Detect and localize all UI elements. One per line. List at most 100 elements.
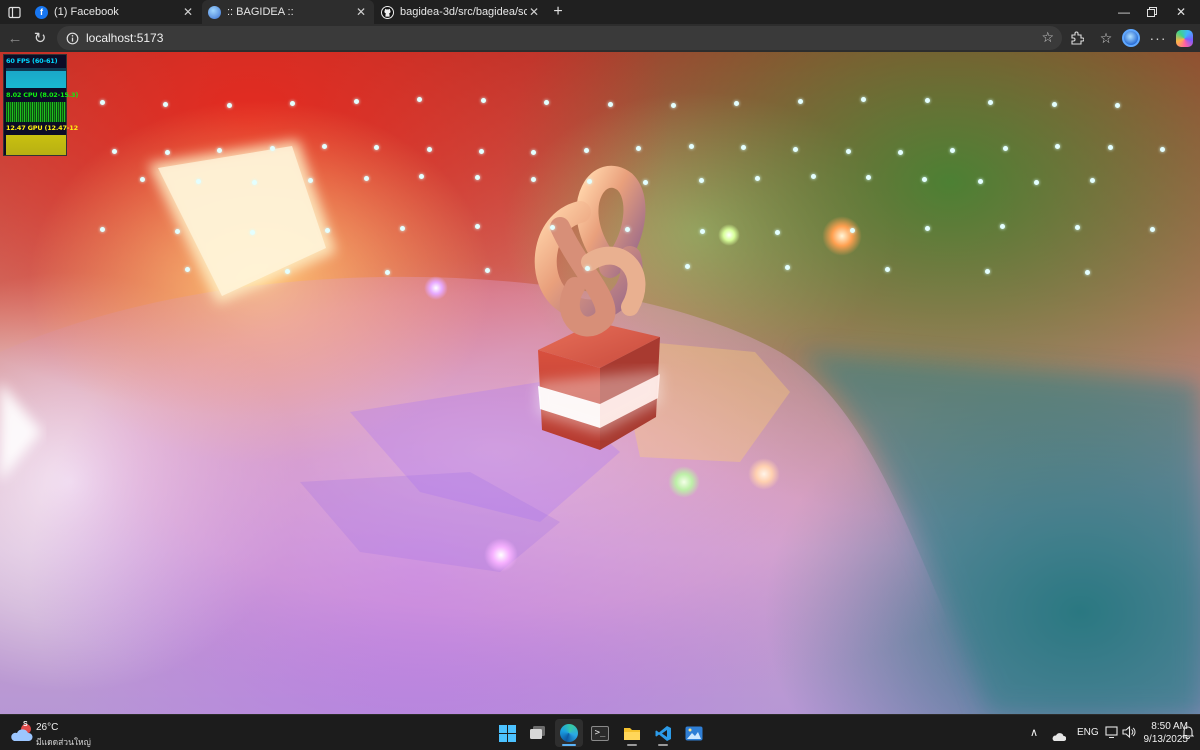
tab-title: bagidea-3d/src/bagidea/scenes/	[400, 6, 527, 18]
dot-light	[1055, 144, 1060, 149]
dot-light	[163, 102, 168, 107]
running-indicator	[658, 744, 668, 746]
dot-light	[608, 102, 613, 107]
settings-menu-button[interactable]: ···	[1148, 28, 1168, 48]
dot-light	[419, 174, 424, 179]
task-view-icon	[530, 726, 545, 739]
show-hidden-icons-button[interactable]: ∧	[1030, 726, 1038, 739]
dot-light	[308, 178, 313, 183]
dot-light	[1108, 145, 1113, 150]
tab-github[interactable]: bagidea-3d/src/bagidea/scenes/ ✕	[375, 0, 547, 24]
copilot-button[interactable]	[1174, 28, 1194, 48]
dot-light	[112, 149, 117, 154]
terminal-icon: >_	[591, 725, 609, 741]
dot-light	[585, 266, 590, 271]
back-button[interactable]: ←	[5, 28, 25, 48]
close-tab-icon[interactable]: ✕	[181, 5, 195, 19]
dot-light	[185, 267, 190, 272]
file-explorer-taskbar-button[interactable]	[618, 719, 646, 747]
tab-actions-button[interactable]	[5, 3, 23, 21]
back-arrow-icon: ←	[7, 29, 23, 47]
close-window-button[interactable]: ✕	[1162, 0, 1200, 24]
vscode-icon	[655, 725, 671, 741]
cpu-graph	[6, 102, 66, 122]
dot-light	[671, 103, 676, 108]
scene-geometry	[0, 140, 1200, 714]
dot-light	[322, 144, 327, 149]
volume-icon[interactable]	[1122, 725, 1136, 744]
language-indicator[interactable]: ENG	[1077, 727, 1099, 738]
dot-light	[643, 180, 648, 185]
site-info-icon[interactable]	[61, 32, 83, 45]
dot-light	[988, 100, 993, 105]
dot-light	[734, 101, 739, 106]
dot-light	[775, 230, 780, 235]
light-peach	[748, 458, 780, 490]
dot-light	[922, 177, 927, 182]
vscode-taskbar-button[interactable]	[649, 719, 677, 747]
dot-light	[175, 229, 180, 234]
photos-icon	[685, 726, 703, 740]
dot-light	[1090, 178, 1095, 183]
webgl-canvas[interactable]: 60 FPS (60-61) 8.02 CPU (8.02-15.3) 12.4…	[0, 52, 1200, 714]
dot-light	[485, 268, 490, 273]
light-pink	[484, 538, 518, 572]
weather-widget[interactable]: S 26°C มีแดดส่วนใหญ่	[10, 719, 130, 747]
close-tab-icon[interactable]: ✕	[354, 5, 368, 19]
favorite-star-icon[interactable]: ☆	[1041, 29, 1054, 46]
dot-light	[793, 147, 798, 152]
favorites-button[interactable]: ☆	[1096, 28, 1116, 48]
close-tab-icon[interactable]: ✕	[527, 5, 541, 19]
dot-light	[587, 179, 592, 184]
copilot-icon	[1175, 29, 1193, 47]
onedrive-icon[interactable]	[1052, 728, 1067, 746]
tab-title: (1) Facebook	[54, 6, 119, 18]
task-view-button[interactable]	[524, 719, 552, 747]
dot-light	[1003, 146, 1008, 151]
gpu-label: 12.47 GPU (12.47-12	[6, 124, 78, 132]
dot-light	[811, 174, 816, 179]
extensions-button[interactable]	[1067, 28, 1087, 48]
dot-light	[699, 178, 704, 183]
dot-light	[290, 101, 295, 106]
dot-light	[252, 180, 257, 185]
dot-light	[700, 229, 705, 234]
tab-strip: f (1) Facebook ✕ :: BAGIDEA :: ✕ bagidea…	[0, 0, 1200, 24]
browser-toolbar: ← ↻ localhost:5173 ☆ ☆ ···	[0, 24, 1200, 52]
dot-light	[196, 179, 201, 184]
network-icon[interactable]	[1105, 725, 1119, 744]
tab-facebook[interactable]: f (1) Facebook ✕	[29, 0, 201, 24]
terminal-taskbar-button[interactable]: >_	[586, 719, 614, 747]
dot-light	[925, 226, 930, 231]
dot-light	[950, 148, 955, 153]
new-tab-button[interactable]: +	[549, 3, 567, 21]
start-button[interactable]	[493, 719, 521, 747]
dot-light	[1150, 227, 1155, 232]
tab-bagidea[interactable]: :: BAGIDEA :: ✕	[202, 0, 374, 24]
address-bar[interactable]: localhost:5173 ☆	[57, 26, 1062, 50]
dot-light	[550, 225, 555, 230]
dot-light	[1052, 102, 1057, 107]
dot-light	[165, 150, 170, 155]
light-green	[718, 224, 740, 246]
profile-button[interactable]	[1121, 28, 1141, 48]
dot-light	[544, 100, 549, 105]
weather-condition: มีแดดส่วนใหญ่	[36, 737, 91, 747]
notifications-bell-icon[interactable]	[1181, 725, 1195, 744]
edge-taskbar-button[interactable]	[555, 719, 583, 747]
dot-light	[584, 148, 589, 153]
light-purple	[424, 276, 448, 300]
photos-taskbar-button[interactable]	[680, 719, 708, 747]
refresh-icon: ↻	[33, 30, 47, 47]
stats-overlay: 60 FPS (60-61) 8.02 CPU (8.02-15.3) 12.4…	[3, 54, 78, 156]
dot-light	[364, 176, 369, 181]
file-explorer-icon	[624, 728, 640, 740]
refresh-button[interactable]: ↻	[30, 28, 50, 48]
globe-icon	[208, 5, 221, 19]
dot-light	[985, 269, 990, 274]
dot-light	[885, 267, 890, 272]
taskbar: S 26°C มีแดดส่วนใหญ่ >_ ∧ ENG 8:50 AM 9/…	[0, 714, 1200, 750]
restore-icon	[1147, 7, 1157, 17]
dot-light	[427, 147, 432, 152]
dot-light	[850, 228, 855, 233]
